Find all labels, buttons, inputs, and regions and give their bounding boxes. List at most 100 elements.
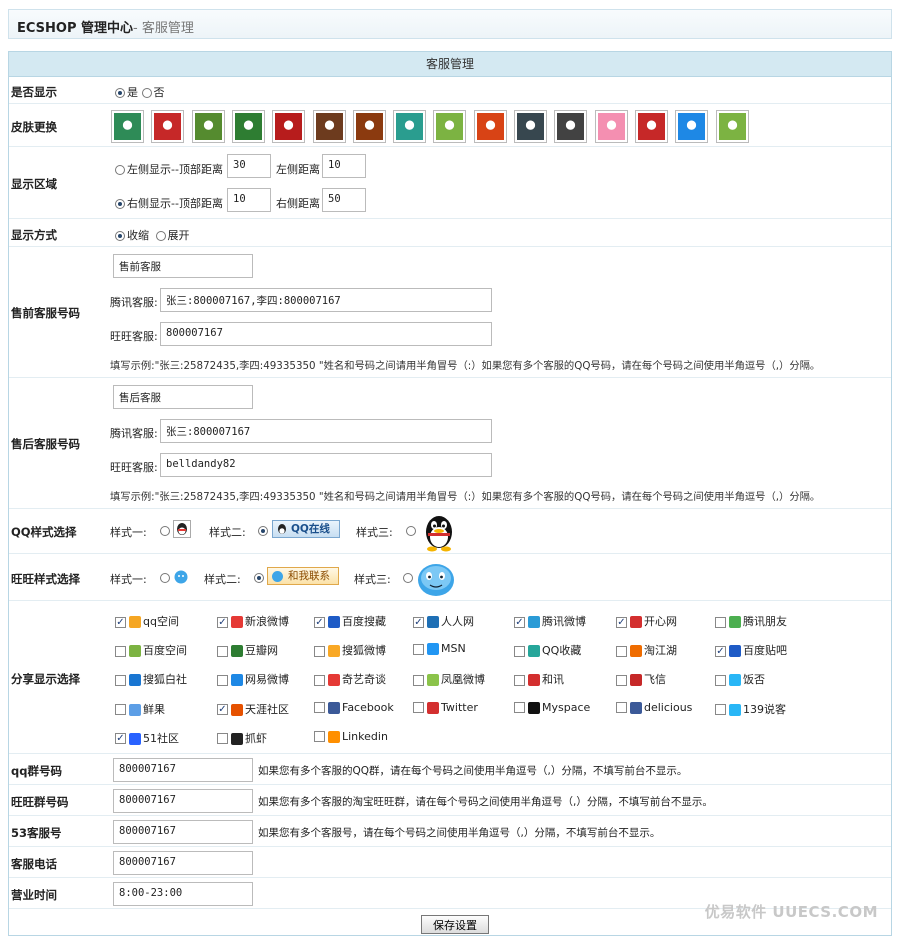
skin-option-8[interactable] xyxy=(393,110,427,143)
share-checkbox[interactable] xyxy=(314,702,325,714)
wwstyle-2-radio[interactable] xyxy=(254,573,264,583)
share-item[interactable]: Linkedin xyxy=(314,730,388,743)
share-checkbox[interactable]: ✓ xyxy=(115,733,126,745)
presale-qq-input[interactable]: 张三:800007167,李四:800007167 xyxy=(160,288,492,312)
skin-option-9[interactable] xyxy=(433,110,467,143)
share-checkbox[interactable]: ✓ xyxy=(514,616,525,628)
share-item[interactable]: delicious xyxy=(616,701,692,714)
share-checkbox[interactable] xyxy=(616,674,627,686)
area-right-option[interactable]: 右侧显示--顶部距离 xyxy=(115,195,223,211)
skin-option-16[interactable] xyxy=(715,110,749,143)
share-checkbox[interactable] xyxy=(514,674,525,686)
aftersale-ww-input[interactable]: belldandy82 xyxy=(160,453,492,477)
share-checkbox[interactable] xyxy=(715,674,726,686)
share-checkbox[interactable]: ✓ xyxy=(217,616,228,628)
share-checkbox[interactable] xyxy=(715,704,726,716)
share-item[interactable]: 飞信 xyxy=(616,671,666,687)
skin-option-15[interactable] xyxy=(675,110,709,143)
share-item[interactable]: 腾讯朋友 xyxy=(715,613,787,629)
share-checkbox[interactable] xyxy=(217,645,228,657)
share-checkbox[interactable]: ✓ xyxy=(115,616,126,628)
share-item[interactable]: ✓ 百度贴吧 xyxy=(715,642,787,658)
share-checkbox[interactable] xyxy=(115,704,126,716)
skin-option-1[interactable] xyxy=(111,110,144,143)
share-item[interactable]: 奇艺奇谈 xyxy=(314,671,386,687)
aftersale-title-input[interactable]: 售后客服 xyxy=(113,385,253,409)
wwstyle-3-radio[interactable] xyxy=(403,573,413,583)
share-checkbox[interactable] xyxy=(616,645,627,657)
share-checkbox[interactable] xyxy=(413,643,424,655)
show-no-radio[interactable] xyxy=(141,88,152,98)
phone-input[interactable]: 800007167 xyxy=(113,851,253,875)
right-top-distance-input[interactable]: 10 xyxy=(227,188,271,212)
left-side-distance-input[interactable]: 10 xyxy=(322,154,366,178)
save-button[interactable]: 保存设置 xyxy=(421,915,489,934)
share-checkbox[interactable] xyxy=(413,674,424,686)
share-item[interactable]: ✓ 开心网 xyxy=(616,613,677,629)
share-item[interactable]: ✓ 腾讯微博 xyxy=(514,613,586,629)
share-checkbox[interactable]: ✓ xyxy=(217,704,228,716)
skin-option-10[interactable] xyxy=(473,110,507,143)
share-item[interactable]: 豆瓣网 xyxy=(217,642,278,658)
share-checkbox[interactable] xyxy=(413,702,424,714)
presale-ww-input[interactable]: 800007167 xyxy=(160,322,492,346)
share-item[interactable]: 搜狐白社 xyxy=(115,671,187,687)
skin-option-12[interactable] xyxy=(554,110,588,143)
share-item[interactable]: Twitter xyxy=(413,701,478,714)
qqstyle-1-radio[interactable] xyxy=(160,526,170,536)
share-checkbox[interactable] xyxy=(514,645,525,657)
share-item[interactable]: ✓ 天涯社区 xyxy=(217,701,289,717)
skin-option-11[interactable] xyxy=(514,110,547,143)
skin-option-4[interactable] xyxy=(231,110,265,143)
share-checkbox[interactable] xyxy=(217,733,228,745)
wwgroup-input[interactable]: 800007167 xyxy=(113,789,253,813)
area-right-radio[interactable] xyxy=(115,199,125,209)
share-checkbox[interactable] xyxy=(217,674,228,686)
share-item[interactable]: 淘江湖 xyxy=(616,642,677,658)
hours-input[interactable]: 8:00-23:00 xyxy=(113,882,253,906)
skin-option-7[interactable] xyxy=(352,110,386,143)
area-left-radio[interactable] xyxy=(115,165,125,175)
share-item[interactable]: 凤凰微博 xyxy=(413,671,485,687)
share-checkbox[interactable]: ✓ xyxy=(616,616,627,628)
share-checkbox[interactable] xyxy=(514,702,525,714)
share-item[interactable]: 抓虾 xyxy=(217,730,267,746)
skin-option-6[interactable] xyxy=(312,110,346,143)
presale-title-input[interactable]: 售前客服 xyxy=(113,254,253,278)
share-checkbox[interactable] xyxy=(115,645,126,657)
share-checkbox[interactable]: ✓ xyxy=(715,645,726,657)
mode-expand-radio[interactable] xyxy=(155,231,166,241)
right-side-distance-input[interactable]: 50 xyxy=(322,188,366,212)
share-item[interactable]: MSN xyxy=(413,642,466,656)
share-checkbox[interactable]: ✓ xyxy=(413,616,424,628)
wwstyle-1-radio[interactable] xyxy=(160,573,170,583)
show-yes-radio[interactable] xyxy=(115,88,125,98)
share-item[interactable]: ✓ 新浪微博 xyxy=(217,613,289,629)
left-top-distance-input[interactable]: 30 xyxy=(227,154,271,178)
share-item[interactable]: 和讯 xyxy=(514,671,564,687)
share-item[interactable]: 饭否 xyxy=(715,671,765,687)
share-item[interactable]: Myspace xyxy=(514,701,590,714)
share-item[interactable]: ✓ 百度搜藏 xyxy=(314,613,386,629)
share-item[interactable]: 搜狐微博 xyxy=(314,642,386,658)
kf53-input[interactable]: 800007167 xyxy=(113,820,253,844)
share-checkbox[interactable] xyxy=(314,674,325,686)
share-checkbox[interactable] xyxy=(715,616,726,628)
share-item[interactable]: ✓ qq空间 xyxy=(115,613,179,629)
qqstyle-3-radio[interactable] xyxy=(406,526,416,536)
skin-option-14[interactable] xyxy=(634,110,668,143)
share-item[interactable]: 网易微博 xyxy=(217,671,289,687)
share-checkbox[interactable] xyxy=(314,731,325,743)
skin-option-2[interactable] xyxy=(151,110,185,143)
skin-option-5[interactable] xyxy=(272,110,306,143)
share-checkbox[interactable]: ✓ xyxy=(314,616,325,628)
skin-option-3[interactable] xyxy=(191,110,225,143)
share-item[interactable]: ✓ 51社区 xyxy=(115,730,179,746)
share-checkbox[interactable] xyxy=(314,645,325,657)
share-item[interactable]: QQ收藏 xyxy=(514,642,581,658)
share-item[interactable]: Facebook xyxy=(314,701,394,714)
qqstyle-2-radio[interactable] xyxy=(258,526,268,536)
share-item[interactable]: 鲜果 xyxy=(115,701,165,717)
qqgroup-input[interactable]: 800007167 xyxy=(113,758,253,782)
share-checkbox[interactable] xyxy=(115,674,126,686)
